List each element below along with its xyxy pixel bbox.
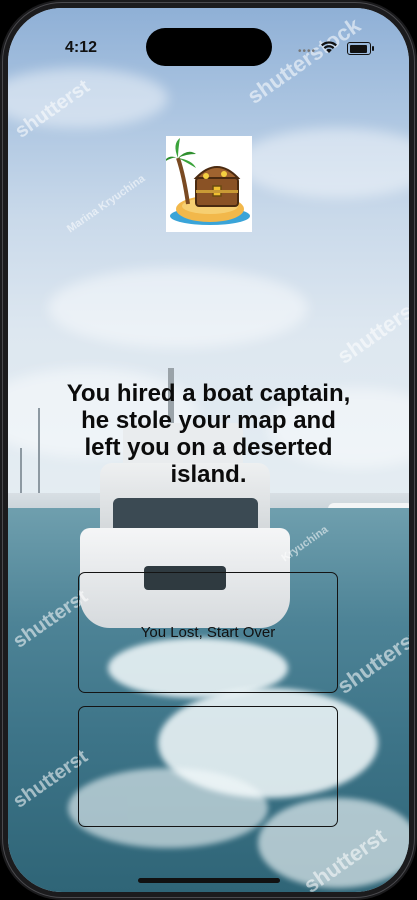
status-time: 4:12 [65, 39, 98, 56]
app-screen: shutterst shutterstock Marina Kryuchina … [8, 8, 409, 892]
phone-frame: shutterst shutterstock Marina Kryuchina … [0, 0, 417, 900]
status-bar: 4:12 •••• [8, 8, 409, 66]
story-text: You hired a boat captain, he stole your … [66, 380, 351, 488]
choice-button-1[interactable]: You Lost, Start Over [78, 572, 338, 693]
battery-icon [347, 42, 374, 55]
treasure-island-icon [164, 136, 252, 232]
signal-icon: •••• [298, 46, 317, 57]
choice-button-2[interactable] [78, 706, 338, 827]
dynamic-island [146, 28, 272, 66]
wifi-icon [321, 41, 337, 53]
home-indicator[interactable] [138, 878, 280, 883]
